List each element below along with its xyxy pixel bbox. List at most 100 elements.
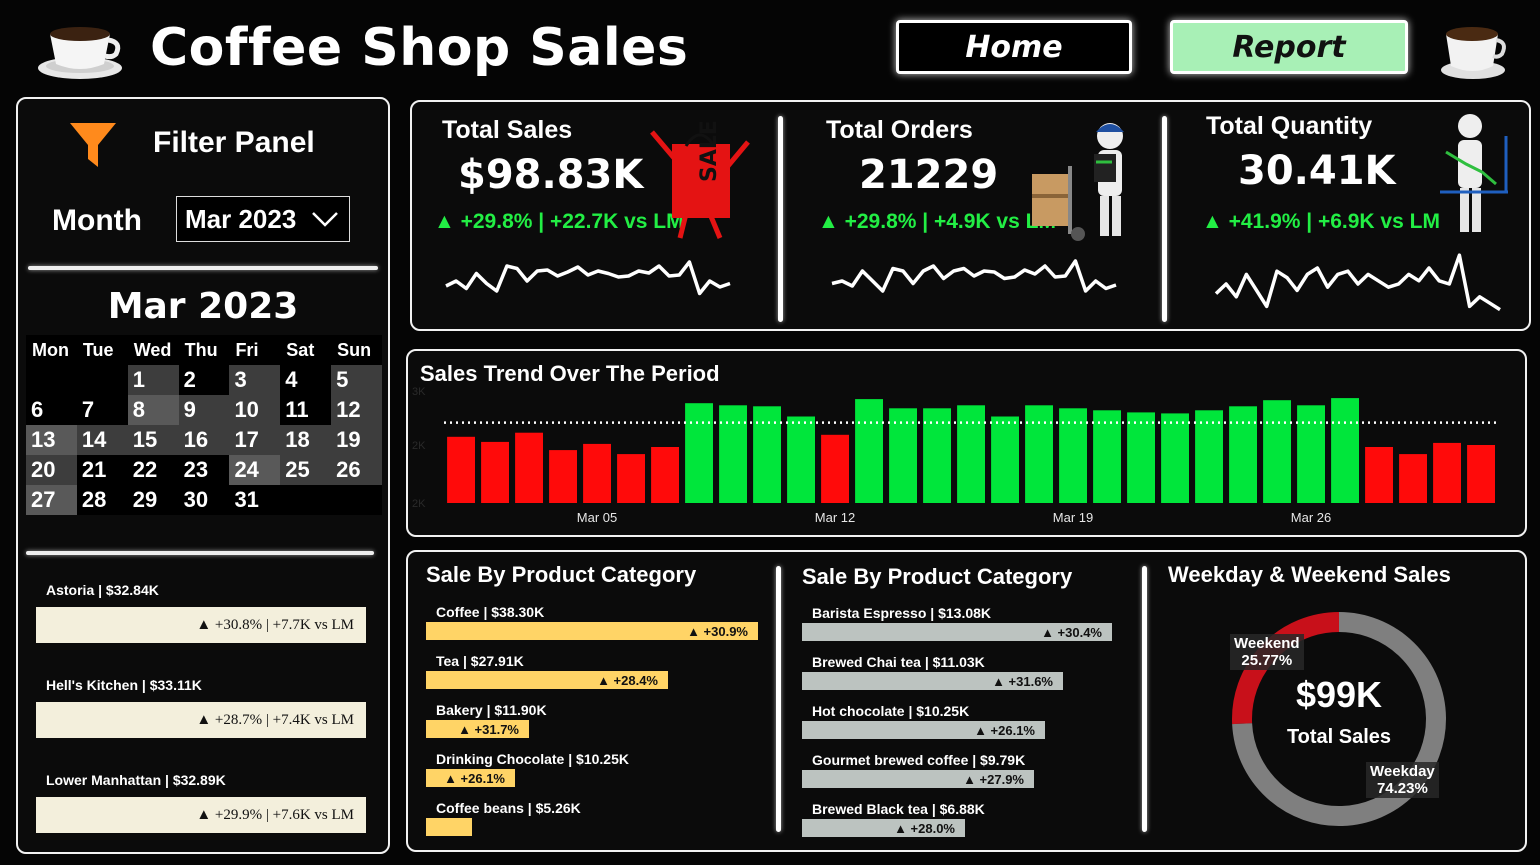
product-label: Barista Espresso | $13.08K [812,605,992,621]
sales-trend-bar[interactable] [821,434,849,503]
calendar-day[interactable]: 3 [229,365,281,395]
calendar-day[interactable]: 18 [280,425,332,455]
sales-trend-bar[interactable] [1399,454,1427,503]
calendar-day[interactable]: 11 [280,395,332,425]
calendar-day[interactable]: 25 [280,455,332,485]
product-bar[interactable]: ▲ +28.0% [802,819,965,837]
calendar-day[interactable]: 28 [76,485,128,515]
store-bar-lower-manhattan[interactable]: ▲ +29.9% | +7.6K vs LM [36,797,366,833]
sales-trend-panel: Sales Trend Over The Period 3K 2K 2K Mar 05… [406,349,1527,537]
kpi-title-total-quantity: Total Quantity [1206,112,1373,140]
calendar-day[interactable]: 7 [76,395,128,425]
calendar-day[interactable]: 23 [178,455,230,485]
sales-trend-bar[interactable] [1467,445,1495,503]
kpi-value-total-orders: 21229 [859,152,999,198]
section-separator [776,566,781,832]
category-bar[interactable] [426,818,472,836]
store-label-astoria: Astoria | $32.84K [46,582,159,598]
weekday-label: Wed [127,335,179,365]
sales-trend-bar[interactable] [1433,442,1461,503]
calendar-week: 20 21 22 23 24 25 26 [26,455,383,485]
x-axis-tick-label: Mar 26 [1291,510,1331,525]
calendar-day[interactable]: 2 [178,365,230,395]
sales-trend-bar[interactable] [1195,410,1223,503]
category-bar[interactable]: ▲ +28.4% [426,671,668,689]
sales-trend-bar[interactable] [1093,410,1121,503]
sales-trend-bar[interactable] [991,416,1019,504]
sales-trend-bar[interactable] [1127,412,1155,503]
calendar-day[interactable]: 9 [178,395,230,425]
sales-trend-bar[interactable] [685,403,713,503]
sales-trend-bar[interactable] [651,447,679,503]
category-bar[interactable]: ▲ +26.1% [426,769,515,787]
weekday-share-label: Weekday 74.23% [1366,762,1439,798]
calendar-day[interactable]: 5 [331,365,383,395]
sales-trend-bar[interactable] [1365,447,1393,503]
category-bar[interactable]: ▲ +31.7% [426,720,529,738]
sales-trend-bar[interactable] [855,399,883,503]
calendar-day[interactable]: 27 [26,485,77,515]
sparkline-total-quantity [1214,253,1501,312]
calendar-day[interactable]: 6 [26,395,77,425]
product-label: Hot chocolate | $10.25K [812,703,970,719]
x-axis-tick-label: Mar 12 [815,510,855,525]
calendar-day[interactable]: 26 [331,455,383,485]
kpi-separator [1162,116,1167,322]
sales-trend-bar[interactable] [1161,413,1189,503]
sales-trend-bar[interactable] [549,450,577,503]
calendar-day[interactable]: 14 [76,425,128,455]
calendar-day[interactable]: 15 [127,425,179,455]
sales-trend-bar[interactable] [1297,405,1325,503]
calendar-day[interactable]: 1 [127,365,179,395]
calendar-day[interactable]: 31 [229,485,281,515]
sales-trend-bar[interactable] [753,406,781,503]
sales-trend-bar[interactable] [1263,400,1291,503]
calendar-day[interactable]: 4 [280,365,332,395]
sales-trend-bar[interactable] [1025,405,1053,503]
calendar-divider [26,551,374,555]
category-bar[interactable]: ▲ +30.9% [426,622,758,640]
calendar-day[interactable]: 21 [76,455,128,485]
calendar-day[interactable]: 19 [331,425,383,455]
sales-trend-bar[interactable] [481,441,509,503]
home-button[interactable]: Home [896,20,1132,74]
product-bar[interactable]: ▲ +31.6% [802,672,1063,690]
store-label-lower-manhattan: Lower Manhattan | $32.89K [46,772,226,788]
weekday-label: Mon [26,335,77,365]
calendar-day[interactable]: 20 [26,455,77,485]
sales-trend-bar[interactable] [617,454,645,503]
calendar-day[interactable]: 10 [229,395,281,425]
weekend-pct: 25.77% [1241,652,1293,669]
store-bar-astoria[interactable]: ▲ +30.8% | +7.7K vs LM [36,607,366,643]
product-bar[interactable]: ▲ +26.1% [802,721,1045,739]
calendar-week: 1 2 3 4 5 [26,365,383,395]
store-bar-hells-kitchen[interactable]: ▲ +28.7% | +7.4K vs LM [36,702,366,738]
sales-trend-bar[interactable] [719,405,747,503]
page-title: Coffee Shop Sales [150,18,689,78]
sales-trend-bar[interactable] [1229,406,1257,503]
calendar-day[interactable]: 16 [178,425,230,455]
sales-trend-bar[interactable] [515,432,543,503]
sales-trend-bar[interactable] [787,416,815,504]
calendar-day[interactable]: 30 [178,485,230,515]
kpi-value-total-quantity: 30.41K [1238,148,1396,194]
calendar-day[interactable]: 17 [229,425,281,455]
sales-trend-bar[interactable] [957,405,985,503]
sales-trend-bar[interactable] [583,443,611,503]
calendar-day[interactable]: 12 [331,395,383,425]
calendar-day[interactable]: 8 [127,395,179,425]
calendar-day[interactable]: 22 [127,455,179,485]
weekday-label: Sun [331,335,383,365]
report-button[interactable]: Report [1170,20,1408,74]
sales-trend-bar[interactable] [447,436,475,503]
filter-divider [28,266,378,270]
product-bar[interactable]: ▲ +27.9% [802,770,1034,788]
sales-trend-bar[interactable] [1331,398,1359,503]
month-dropdown[interactable]: Mar 2023 [176,196,350,242]
product-bar[interactable]: ▲ +30.4% [802,623,1112,641]
calendar-day[interactable]: 24 [229,455,281,485]
calendar-day[interactable]: 13 [26,425,77,455]
weekday-label: Sat [280,335,332,365]
calendar-day[interactable]: 29 [127,485,179,515]
category-section-title: Sale By Product Category [426,562,697,587]
